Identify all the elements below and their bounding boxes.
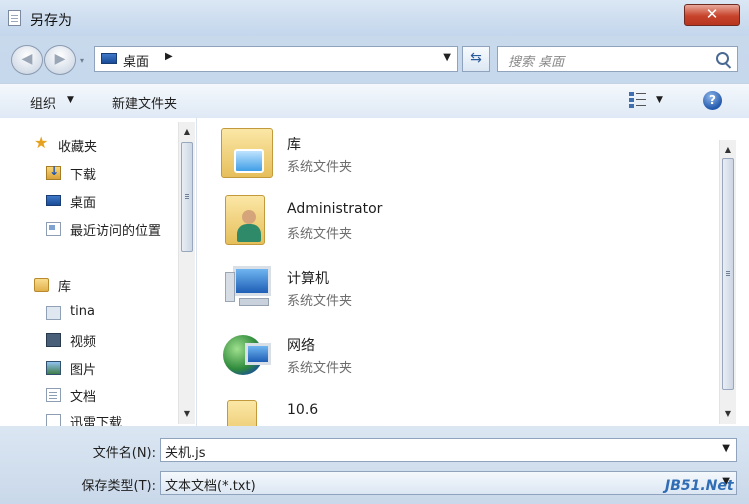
- view-dropdown-icon[interactable]: ▼: [656, 95, 663, 105]
- pictures-library-icon: [46, 361, 61, 375]
- address-dropdown[interactable]: ▼: [443, 52, 451, 63]
- address-location[interactable]: 桌面: [123, 51, 149, 70]
- file-type: 系统文件夹: [287, 227, 353, 242]
- breadcrumb-arrow[interactable]: ▶: [165, 51, 173, 62]
- user-folder-icon: [46, 306, 61, 320]
- navigation-bar: ◀ ▶ ▾ 桌面 ▶ ▼ ⇆ 搜索 桌面: [0, 36, 749, 80]
- star-icon: ★: [34, 133, 49, 152]
- file-name: 计算机: [287, 271, 329, 287]
- desktop-icon: [101, 53, 117, 64]
- watermark: JB51.Net: [665, 478, 734, 494]
- desktop-icon: [46, 195, 61, 206]
- close-button[interactable]: ✕: [684, 4, 740, 26]
- file-name: 库: [287, 137, 301, 153]
- view-options-icon[interactable]: [629, 92, 647, 108]
- nav-item-label: tina: [70, 304, 95, 319]
- library-folder-icon: [221, 128, 273, 178]
- nav-item-label: 库: [58, 280, 72, 295]
- navigation-pane: ★ 收藏夹 下载 桌面 最近访问的位置 库 tina: [0, 118, 197, 431]
- file-name: Administrator: [287, 201, 383, 217]
- scroll-thumb[interactable]: [181, 142, 193, 252]
- window-title: 另存为: [30, 13, 72, 29]
- nav-item-label: 视频: [70, 335, 97, 350]
- search-input[interactable]: 搜索 桌面: [497, 46, 738, 72]
- forward-button[interactable]: ▶: [44, 45, 76, 75]
- save-as-dialog: 另存为 ✕ ◀ ▶ ▾ 桌面 ▶ ▼ ⇆ 搜索 桌面 组织 ▼ 新建文件夹 ▼ …: [0, 0, 749, 504]
- file-list: 库 系统文件夹 Administrator 系统文件夹 计算机 系统文件夹 网络…: [197, 118, 749, 450]
- nav-item-label: 文档: [70, 390, 97, 405]
- filename-value[interactable]: 关机.js: [165, 442, 206, 461]
- nav-item-label: 图片: [70, 363, 97, 378]
- nav-item-label: 收藏夹: [58, 140, 98, 155]
- scroll-up-button[interactable]: ▲: [720, 142, 736, 158]
- recent-pages-dropdown[interactable]: ▾: [80, 56, 84, 65]
- file-name: 网络: [287, 338, 315, 354]
- scroll-down-button[interactable]: ▼: [179, 406, 195, 422]
- back-button[interactable]: ◀: [11, 45, 43, 75]
- address-bar[interactable]: 桌面 ▶ ▼: [94, 46, 458, 72]
- recent-places-icon: [46, 222, 61, 236]
- nav-item-label: 下载: [70, 168, 97, 183]
- list-item[interactable]: Administrator 系统文件夹: [221, 193, 721, 259]
- user-folder-icon: [225, 195, 265, 245]
- filename-field[interactable]: 关机.js ▼: [160, 438, 737, 462]
- notepad-icon: [8, 10, 21, 26]
- file-type: 系统文件夹: [287, 294, 353, 309]
- video-library-icon: [46, 333, 61, 347]
- search-icon[interactable]: [716, 52, 729, 65]
- library-icon: [34, 278, 49, 292]
- toolbar: 组织 ▼ 新建文件夹 ▼ ?: [0, 83, 749, 119]
- scroll-down-button[interactable]: ▼: [720, 406, 736, 422]
- file-list-scrollbar[interactable]: ▲ ▼: [719, 140, 736, 424]
- list-item[interactable]: 网络 系统文件夹: [221, 327, 721, 393]
- nav-item-label: 桌面: [70, 196, 97, 211]
- organize-button[interactable]: 组织: [30, 93, 56, 112]
- refresh-button[interactable]: ⇆: [462, 46, 490, 72]
- content-area: ★ 收藏夹 下载 桌面 最近访问的位置 库 tina: [0, 118, 749, 450]
- help-icon[interactable]: ?: [703, 91, 722, 110]
- list-item[interactable]: 库 系统文件夹: [221, 126, 721, 192]
- network-icon: [223, 329, 275, 379]
- filetype-value[interactable]: 文本文档(*.txt): [165, 475, 256, 494]
- scroll-up-button[interactable]: ▲: [179, 124, 195, 140]
- filetype-select[interactable]: 文本文档(*.txt) ▼: [160, 471, 737, 495]
- scroll-thumb[interactable]: [722, 158, 734, 390]
- save-form: 文件名(N): 关机.js ▼ 保存类型(T): 文本文档(*.txt) ▼: [0, 426, 749, 504]
- downloads-icon: [46, 164, 61, 180]
- file-name: 10.6: [287, 402, 319, 418]
- computer-icon: [225, 262, 277, 312]
- title-bar[interactable]: 另存为 ✕: [0, 0, 749, 36]
- search-placeholder: 搜索 桌面: [508, 55, 565, 70]
- documents-library-icon: [46, 388, 61, 402]
- filename-label: 文件名(N):: [92, 446, 156, 461]
- organize-dropdown-icon[interactable]: ▼: [67, 95, 74, 105]
- new-folder-button[interactable]: 新建文件夹: [112, 93, 177, 112]
- list-item[interactable]: 计算机 系统文件夹: [221, 260, 721, 326]
- file-type: 系统文件夹: [287, 361, 353, 376]
- filetype-label: 保存类型(T):: [81, 479, 156, 494]
- file-type: 系统文件夹: [287, 160, 353, 175]
- filename-dropdown-icon[interactable]: ▼: [722, 443, 730, 454]
- navigation-scrollbar[interactable]: ▲ ▼: [178, 122, 195, 424]
- nav-item-label: 最近访问的位置: [70, 224, 162, 239]
